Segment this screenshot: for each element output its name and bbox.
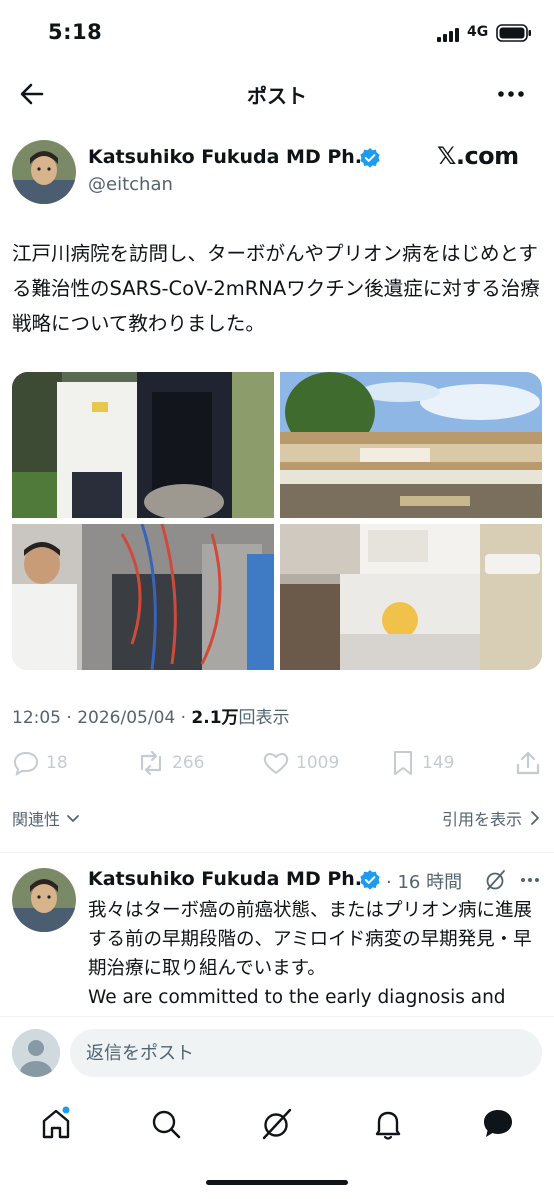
bookmark-button[interactable]: 149 xyxy=(390,748,454,778)
divider xyxy=(0,852,554,853)
author-handle[interactable]: @eitchan xyxy=(88,174,173,195)
post-actions: 18 266 1009 149 xyxy=(12,748,542,780)
bookmark-icon xyxy=(394,751,412,775)
photo-medical-device[interactable] xyxy=(280,524,542,670)
post-text: 江戸川病院を訪問し、ターボがんやプリオン病をはじめとする難治性のSARS-CoV… xyxy=(12,242,540,335)
reply-author-avatar[interactable] xyxy=(12,868,76,932)
reply-count: 18 xyxy=(46,753,68,773)
search-icon[interactable] xyxy=(146,1104,186,1144)
photo-edogawa-hospital[interactable] xyxy=(280,372,542,518)
reply-author-name[interactable]: Katsuhiko Fukuda MD Ph... xyxy=(88,868,376,890)
sort-label: 関連性 xyxy=(12,810,61,829)
post-author: Katsuhiko Fukuda MD Ph... @eitchan 𝕏.com xyxy=(12,140,542,204)
repost-icon xyxy=(140,750,162,776)
chevron-down-icon xyxy=(67,815,79,822)
x-com-mark: 𝕏.com xyxy=(437,142,519,170)
messages-icon[interactable] xyxy=(478,1104,518,1144)
reply-time-value: 16 時間 xyxy=(397,872,463,893)
reply-text: 我々はターボ癌の前癌状態、またはプリオン病に進展する前の早期段階の、アミロイド病… xyxy=(88,896,540,1016)
like-count: 1009 xyxy=(296,753,340,773)
chevron-right-icon xyxy=(531,811,539,825)
sort-dropdown[interactable]: 関連性 xyxy=(12,806,80,830)
quotes-label: 引用を表示 xyxy=(441,810,522,829)
repost-count: 266 xyxy=(172,753,205,773)
page-title: ポスト xyxy=(247,84,307,108)
repost-button[interactable]: 266 xyxy=(136,748,204,778)
reply-icon xyxy=(13,751,39,777)
share-icon xyxy=(516,751,540,775)
status-time: 5:18 xyxy=(48,20,103,44)
reply-text-en: We are committed to the early diagnosis … xyxy=(88,987,506,1008)
reply-button[interactable]: 18 xyxy=(12,748,68,778)
grok-icon[interactable] xyxy=(257,1104,297,1144)
verified-badge-icon xyxy=(360,870,380,890)
author-name[interactable]: Katsuhiko Fukuda MD Ph... xyxy=(88,146,376,168)
more-options-icon[interactable] xyxy=(494,80,528,108)
author-avatar[interactable] xyxy=(12,140,76,204)
view-quotes-link[interactable]: 引用を表示 xyxy=(442,806,542,830)
notifications-bell-icon[interactable] xyxy=(368,1104,408,1144)
bookmark-count: 149 xyxy=(422,753,455,773)
photo-two-men-aquarium[interactable] xyxy=(12,372,274,518)
heart-icon xyxy=(263,753,289,775)
top-nav: ポスト xyxy=(0,66,554,122)
sort-row: 関連性 引用を表示 xyxy=(12,806,542,834)
post-meta: 12:05 · 2026/05/04 · 2.1万回表示 xyxy=(12,708,290,728)
home-icon[interactable] xyxy=(36,1104,76,1144)
views-count: 2.1万 xyxy=(191,708,239,728)
status-bar: 5:18 4G xyxy=(0,0,554,66)
photo-lab-equipment[interactable] xyxy=(12,524,274,670)
home-indicator xyxy=(206,1180,348,1185)
reply-compose-bar xyxy=(0,1016,554,1092)
like-button[interactable]: 1009 xyxy=(262,748,339,778)
bottom-tab-bar xyxy=(0,1092,554,1162)
battery-icon xyxy=(496,24,531,42)
my-avatar[interactable] xyxy=(12,1029,60,1077)
share-button[interactable] xyxy=(514,748,542,778)
media-grid xyxy=(12,372,542,670)
more-options-icon[interactable] xyxy=(518,868,542,892)
network-type: 4G xyxy=(467,24,489,40)
signal-icon xyxy=(437,26,463,42)
reply-input[interactable] xyxy=(70,1029,542,1077)
reply-time: · 16 時間 xyxy=(386,872,463,893)
reply-text-ja: 我々はターボ癌の前癌状態、またはプリオン病に進展する前の早期段階の、アミロイド病… xyxy=(88,900,533,979)
reply-post[interactable]: Katsuhiko Fukuda MD Ph... · 16 時間 我々はターボ… xyxy=(12,866,544,1016)
views-label: 回表示 xyxy=(238,708,290,728)
post-time: 12:05 xyxy=(12,708,61,728)
grok-icon[interactable] xyxy=(484,868,508,892)
verified-badge-icon xyxy=(360,148,380,168)
post-date: 2026/05/04 xyxy=(77,708,176,728)
